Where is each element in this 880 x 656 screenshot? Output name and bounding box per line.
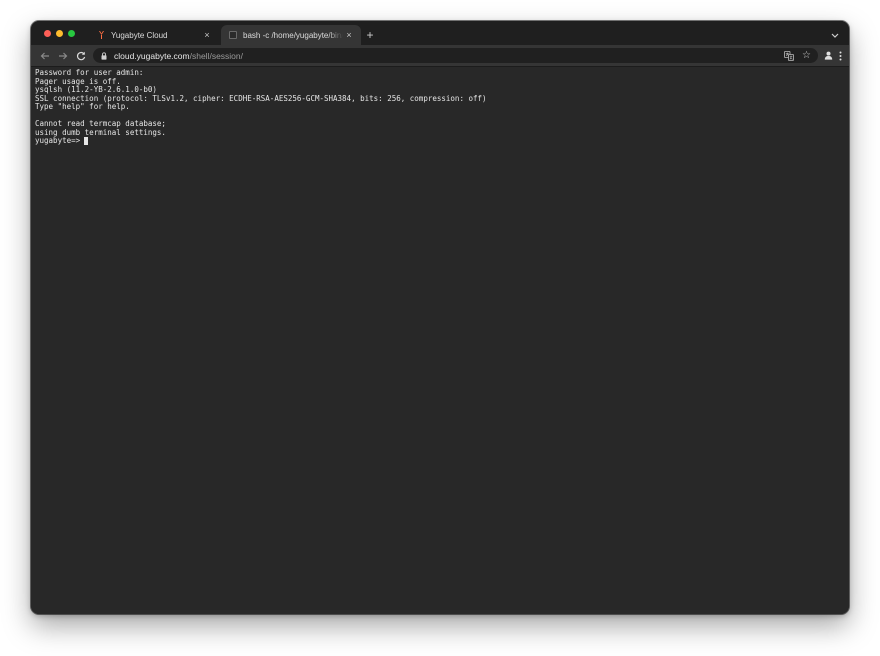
address-bar[interactable]: cloud.yugabyte.com /shell/session/ ☆ — [93, 48, 818, 63]
star-icon[interactable]: ☆ — [801, 50, 812, 61]
terminal-line: SSL connection (protocol: TLSv1.2, ciphe… — [35, 93, 487, 103]
window-minimize-button[interactable] — [56, 30, 63, 37]
terminal-cursor — [84, 137, 89, 146]
tab-title: bash -c /home/yugabyte/bin/ysqlsh — [243, 30, 343, 40]
browser-toolbar: cloud.yugabyte.com /shell/session/ ☆ — [31, 45, 849, 67]
kebab-menu-icon[interactable] — [837, 50, 843, 61]
tab-yugabyte-cloud[interactable]: Yugabyte Cloud × — [89, 25, 219, 45]
tab-title: Yugabyte Cloud — [111, 30, 168, 40]
translate-icon[interactable] — [783, 50, 794, 61]
reload-icon — [76, 51, 85, 60]
arrow-right-icon — [58, 52, 67, 59]
terminal-line: Password for user admin: — [35, 68, 144, 77]
terminal-line: Type "help" for help. — [35, 102, 130, 111]
lock-icon[interactable] — [101, 51, 107, 60]
terminal-prompt-line[interactable]: yugabyte=> — [35, 136, 849, 146]
yugabyte-logo-icon — [97, 31, 105, 39]
reload-button[interactable] — [74, 49, 87, 62]
terminal-line: using dumb terminal settings. — [35, 127, 166, 137]
terminal-icon — [229, 31, 237, 39]
terminal-output[interactable]: Password for user admin: Pager usage is … — [31, 67, 849, 614]
arrow-left-icon — [40, 52, 49, 59]
terminal-line: Pager usage is off. — [35, 76, 121, 86]
tab-close-icon[interactable]: × — [343, 29, 355, 41]
new-tab-button[interactable]: + — [364, 29, 376, 41]
forward-button[interactable] — [56, 49, 69, 62]
terminal-prompt: yugabyte=> — [35, 136, 81, 145]
url-path: /shell/session/ — [189, 50, 243, 61]
profile-icon[interactable] — [823, 50, 834, 61]
tab-close-icon[interactable]: × — [201, 29, 213, 41]
tab-bash-shell[interactable]: bash -c /home/yugabyte/bin/ysqlsh × — [221, 25, 361, 45]
chevron-down-icon[interactable] — [829, 29, 841, 41]
tab-strip: Yugabyte Cloud × bash -c /home/yugabyte/… — [31, 21, 849, 45]
window-close-button[interactable] — [44, 30, 51, 37]
browser-window: Yugabyte Cloud × bash -c /home/yugabyte/… — [31, 21, 849, 614]
url-host: cloud.yugabyte.com — [114, 50, 190, 61]
window-maximize-button[interactable] — [68, 30, 75, 37]
back-button[interactable] — [38, 49, 51, 62]
